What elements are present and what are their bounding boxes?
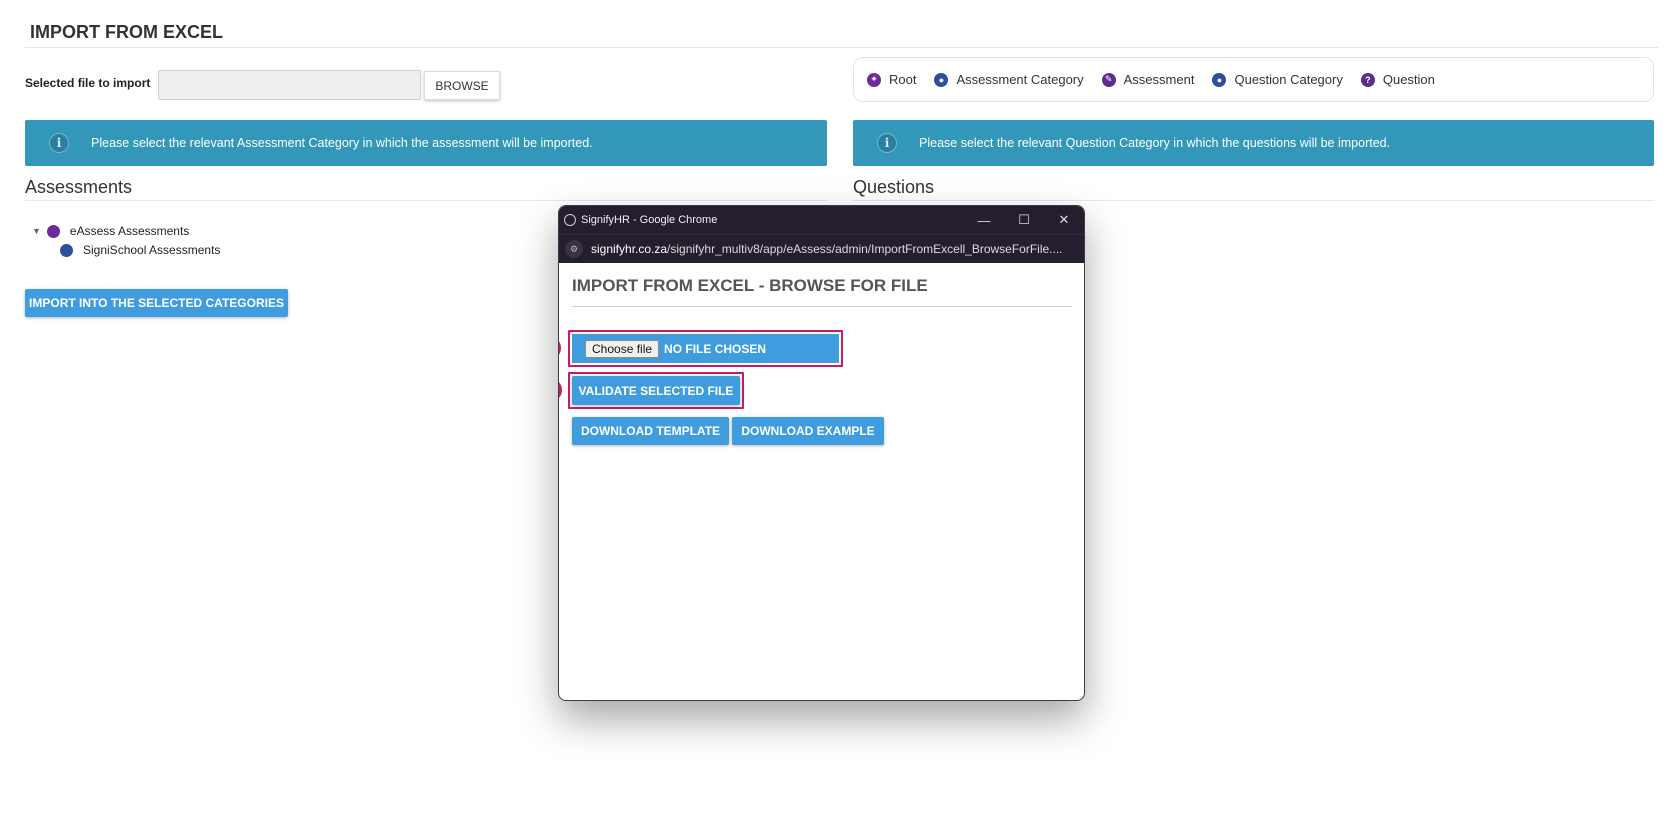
legend-item-question: ? Question: [1360, 72, 1435, 87]
legend-item-assessment: ✎ Assessment: [1101, 72, 1195, 87]
assessment-icon: ✎: [1101, 72, 1116, 87]
info-icon: i: [49, 133, 69, 153]
assessment-info-text: Please select the relevant Assessment Ca…: [91, 136, 593, 150]
tree-node-label[interactable]: eAssess Assessments: [70, 224, 189, 238]
questions-section-title: Questions: [853, 177, 935, 197]
assessments-divider: [25, 200, 827, 201]
popup-window-title: SignifyHR - Google Chrome: [581, 214, 718, 226]
popup-titlebar: SignifyHR - Google Chrome — ☐ ✕: [559, 206, 1084, 234]
question-icon: ?: [1360, 72, 1375, 87]
root-icon: ✦: [867, 72, 881, 87]
popup-heading: IMPORT FROM EXCEL - BROWSE FOR FILE: [572, 276, 928, 295]
import-into-categories-button[interactable]: IMPORT INTO THE SELECTED CATEGORIES: [25, 289, 288, 317]
site-settings-icon[interactable]: ⚙: [565, 240, 583, 258]
choose-file-button[interactable]: Choose file: [585, 339, 660, 358]
step-1-badge: 1: [559, 336, 561, 360]
validate-selected-file-button[interactable]: VALIDATE SELECTED FILE: [572, 376, 740, 405]
close-icon[interactable]: ✕: [1044, 206, 1084, 234]
tree-node-label[interactable]: SigniSchool Assessments: [83, 243, 220, 257]
legend-label: Root: [889, 72, 917, 87]
legend-item-root: ✦ Root: [867, 72, 916, 87]
no-file-chosen-text: NO FILE CHOSEN: [664, 341, 767, 356]
assessment-category-icon: [60, 243, 73, 257]
legend: ✦ Root ● Assessment Category ✎ Assessmen…: [853, 57, 1654, 102]
chrome-icon: [564, 214, 576, 226]
legend-label: Question: [1382, 72, 1435, 87]
assessment-info-alert: i Please select the relevant Assessment …: [25, 120, 827, 166]
info-icon: i: [877, 133, 897, 153]
download-template-button[interactable]: DOWNLOAD TEMPLATE: [572, 417, 729, 445]
legend-item-assessment-category: ● Assessment Category: [934, 72, 1084, 87]
question-info-alert: i Please select the relevant Question Ca…: [853, 120, 1654, 166]
legend-label: Assessment: [1123, 72, 1195, 87]
legend-item-question-category: ● Question Category: [1212, 72, 1343, 87]
file-chooser[interactable]: Choose file NO FILE CHOSEN: [572, 334, 839, 363]
page-title: IMPORT FROM EXCEL: [30, 22, 223, 42]
minimize-icon[interactable]: —: [964, 206, 1004, 234]
title-divider: [25, 47, 1658, 48]
tree-node-root[interactable]: ▼ eAssess Assessments: [32, 224, 189, 238]
step-2-badge: 2: [559, 378, 562, 402]
url-path: /signifyhr_multiv8/app/eAssess/admin/Imp…: [667, 242, 1063, 256]
browse-file-popup-window: SignifyHR - Google Chrome — ☐ ✕ ⚙ signif…: [558, 205, 1085, 701]
assessment-category-icon: ●: [934, 72, 949, 87]
legend-label: Question Category: [1234, 72, 1343, 87]
popup-divider: [572, 306, 1072, 307]
question-info-text: Please select the relevant Question Cate…: [919, 136, 1391, 150]
selected-file-input[interactable]: [158, 70, 421, 100]
popup-url: signifyhr.co.za/signifyhr_multiv8/app/eA…: [591, 242, 1063, 256]
selected-file-label: Selected file to import: [25, 76, 151, 90]
popup-url-bar: ⚙ signifyhr.co.za/signifyhr_multiv8/app/…: [559, 234, 1084, 263]
assessments-section-title: Assessments: [25, 177, 133, 197]
tree-node-child[interactable]: SigniSchool Assessments: [60, 243, 220, 257]
legend-label: Assessment Category: [956, 72, 1084, 87]
browse-button[interactable]: BROWSE: [424, 71, 500, 100]
expand-toggle-icon[interactable]: ▼: [32, 226, 41, 236]
questions-divider: [853, 200, 1654, 201]
maximize-icon[interactable]: ☐: [1004, 206, 1044, 234]
question-category-icon: ●: [1212, 72, 1227, 87]
download-example-button[interactable]: DOWNLOAD EXAMPLE: [732, 417, 884, 445]
root-icon: [46, 224, 60, 238]
url-domain: signifyhr.co.za: [591, 242, 668, 256]
